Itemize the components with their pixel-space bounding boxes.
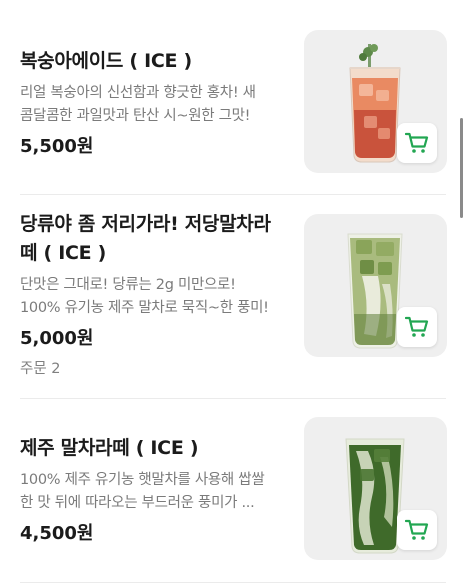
menu-item-info: 당류야 좀 저리가라! 저당말차라 떼 ( ICE ) 단맛은 그대로! 당류는… xyxy=(20,210,292,380)
add-to-cart-button[interactable] xyxy=(397,307,437,347)
description-line: 리얼 복숭아의 신선함과 향긋한 홍차! 새 xyxy=(20,85,256,101)
add-to-cart-button[interactable] xyxy=(397,510,437,550)
menu-item-image[interactable] xyxy=(304,417,447,560)
add-to-cart-button[interactable] xyxy=(397,123,437,163)
menu-item-image[interactable] xyxy=(304,214,447,357)
order-count: 주문 2 xyxy=(20,361,61,377)
menu-item-description: 100% 제주 유기농 햇말차를 사용해 쌉쌀 한 맛 뒤에 따라오는 부드러운… xyxy=(20,469,292,515)
name-line: 당류야 좀 저리가라! 저당말차라 xyxy=(20,213,271,235)
name-line: 떼 ( ICE ) xyxy=(20,242,106,264)
menu-item-name: 당류야 좀 저리가라! 저당말차라 떼 ( ICE ) xyxy=(20,210,292,268)
description-line: 단맛은 그대로! 당류는 2g 미만으로! xyxy=(20,277,236,293)
menu-item-peach-ade[interactable]: 복숭아에이드 ( ICE ) 리얼 복숭아의 신선함과 향긋한 홍차! 새 콤달… xyxy=(0,0,466,194)
menu-item-price: 4,500원 xyxy=(20,523,94,544)
menu-item-price: 5,500원 xyxy=(20,136,94,157)
menu-item-low-sugar-matcha-latte[interactable]: 당류야 좀 저리가라! 저당말차라 떼 ( ICE ) 단맛은 그대로! 당류는… xyxy=(0,195,466,398)
menu-item-image[interactable] xyxy=(304,30,447,173)
description-line: 100% 제주 유기농 햇말차를 사용해 쌉쌀 xyxy=(20,472,265,488)
menu-item-price: 5,000원 xyxy=(20,328,94,349)
description-line: 100% 유기농 제주 말차로 묵직~한 풍미! xyxy=(20,300,269,316)
scrollbar[interactable] xyxy=(460,118,463,218)
menu-item-description: 단맛은 그대로! 당류는 2g 미만으로! 100% 유기농 제주 말차로 묵직… xyxy=(20,274,292,320)
menu-item-jeju-matcha-latte[interactable]: 제주 말차라떼 ( ICE ) 100% 제주 유기농 햇말차를 사용해 쌉쌀 … xyxy=(0,399,466,583)
description-line: 콤달콤한 과일맛과 탄산 시~원한 그맛! xyxy=(20,108,251,124)
menu-item-info: 복숭아에이드 ( ICE ) 리얼 복숭아의 신선함과 향긋한 홍차! 새 콤달… xyxy=(20,47,292,160)
menu-item-name: 복숭아에이드 ( ICE ) xyxy=(20,50,192,72)
menu-item-description: 리얼 복숭아의 신선함과 향긋한 홍차! 새 콤달콤한 과일맛과 탄산 시~원한… xyxy=(20,82,292,128)
shopping-cart-icon xyxy=(405,316,429,337)
description-line: 한 맛 뒤에 따라오는 부드러운 풍미가 ... xyxy=(20,495,255,511)
shopping-cart-icon xyxy=(405,132,429,153)
menu-item-name: 제주 말차라떼 ( ICE ) xyxy=(20,437,199,459)
shopping-cart-icon xyxy=(405,519,429,540)
menu-item-info: 제주 말차라떼 ( ICE ) 100% 제주 유기농 햇말차를 사용해 쌉쌀 … xyxy=(20,434,292,547)
